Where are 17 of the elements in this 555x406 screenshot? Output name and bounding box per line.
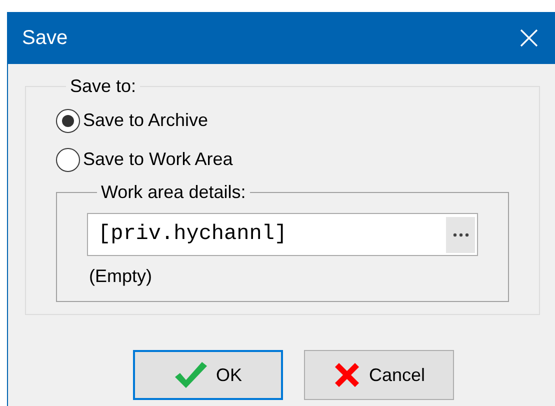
path-input[interactable]: [priv.hychannl] [98,223,446,246]
radio-label[interactable]: Save to Archive [83,110,208,131]
radio-label[interactable]: Save to Work Area [83,149,233,170]
status-text: (Empty) [89,266,153,287]
group-label: Save to: [69,75,138,97]
group-label: Work area details: [100,181,247,203]
browse-button[interactable] [446,216,475,252]
cross-icon [332,361,361,389]
window-title: Save [22,26,68,50]
path-field[interactable]: [priv.hychannl] [87,213,478,256]
radio-button[interactable] [56,108,80,132]
checkmark-icon [174,361,208,389]
close-icon[interactable] [520,29,538,47]
cancel-button[interactable]: Cancel [304,350,454,400]
radio-button[interactable] [56,148,80,172]
dots-icon [452,232,468,236]
ok-button[interactable]: OK [133,350,283,400]
